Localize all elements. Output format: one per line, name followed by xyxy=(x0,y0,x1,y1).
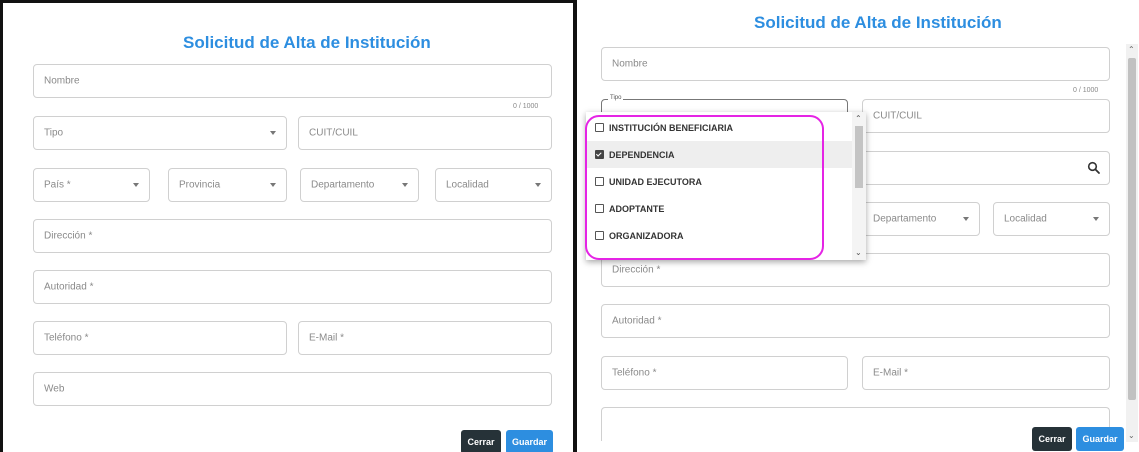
search-icon[interactable] xyxy=(1087,161,1101,175)
dialog-title: Solicitud de Alta de Institución xyxy=(183,33,431,52)
cuit-placeholder: CUIT/CUIL xyxy=(309,127,358,139)
telefono-input[interactable]: Teléfono * xyxy=(601,356,848,390)
departamento-select[interactable]: Departamento xyxy=(300,168,419,202)
page-scroll-thumb[interactable] xyxy=(1128,58,1136,400)
tipo-floating-label: Tipo xyxy=(608,95,624,101)
email-placeholder: E-Mail * xyxy=(309,332,345,344)
pais-placeholder: País * xyxy=(44,179,71,191)
email-input[interactable]: E-Mail * xyxy=(862,356,1110,390)
cuit-input[interactable]: CUIT/CUIL xyxy=(298,116,552,150)
form-dialog-before: Solicitud de Alta de Institución Nombre … xyxy=(0,0,573,452)
cuit-placeholder: CUIT/CUIL xyxy=(873,110,922,122)
form-dialog-with-dropdown: Solicitud de Alta de Institución Nombre … xyxy=(573,0,1139,452)
autoridad-placeholder: Autoridad * xyxy=(612,315,662,327)
chevron-down-icon xyxy=(535,183,541,187)
cerrar-button[interactable]: Cerrar xyxy=(1032,427,1072,451)
web-placeholder: Web xyxy=(44,383,65,395)
scroll-down-icon[interactable]: ⌄ xyxy=(1128,432,1135,440)
nombre-placeholder: Nombre xyxy=(44,75,80,87)
nombre-char-counter: 0 / 1000 xyxy=(513,103,539,110)
provincia-placeholder: Provincia xyxy=(179,179,221,191)
guardar-button[interactable]: Guardar xyxy=(506,430,553,452)
direccion-input[interactable]: Dirección * xyxy=(33,219,552,253)
nombre-input[interactable]: Nombre xyxy=(601,47,1110,81)
chevron-down-icon xyxy=(270,183,276,187)
provincia-select[interactable]: Provincia xyxy=(168,168,287,202)
chevron-down-icon xyxy=(270,131,276,135)
pais-select[interactable]: País * xyxy=(33,168,150,202)
telefono-placeholder: Teléfono * xyxy=(612,367,657,379)
direccion-placeholder: Dirección * xyxy=(612,264,661,276)
chevron-down-icon xyxy=(402,183,408,187)
chevron-down-icon xyxy=(1093,217,1099,221)
direccion-placeholder: Dirección * xyxy=(44,230,93,242)
departamento-placeholder: Departamento xyxy=(873,213,937,225)
autoridad-input[interactable]: Autoridad * xyxy=(601,304,1110,338)
annotation-highlight xyxy=(585,115,824,260)
nombre-placeholder: Nombre xyxy=(612,58,648,70)
chevron-down-icon xyxy=(963,217,969,221)
guardar-button[interactable]: Guardar xyxy=(1076,427,1124,451)
tipo-placeholder: Tipo xyxy=(44,127,64,139)
dialog-title: Solicitud de Alta de Institución xyxy=(754,13,1002,32)
autoridad-input[interactable]: Autoridad * xyxy=(33,270,552,304)
cuit-input[interactable]: CUIT/CUIL xyxy=(862,99,1110,133)
nombre-char-counter: 0 / 1000 xyxy=(1073,87,1099,94)
scroll-up-icon[interactable]: ⌃ xyxy=(855,115,862,123)
nombre-input[interactable]: Nombre xyxy=(33,64,552,98)
scroll-up-icon[interactable]: ⌃ xyxy=(1128,46,1135,54)
localidad-placeholder: Localidad xyxy=(446,179,489,191)
localidad-select[interactable]: Localidad xyxy=(993,202,1110,236)
departamento-placeholder: Departamento xyxy=(311,179,375,191)
scroll-down-icon[interactable]: ⌄ xyxy=(855,249,862,257)
dropdown-scroll-thumb[interactable] xyxy=(855,126,863,188)
departamento-select[interactable]: Departamento xyxy=(862,202,980,236)
page-scrollbar[interactable]: ⌃ ⌄ xyxy=(1126,44,1138,442)
dropdown-scrollbar[interactable]: ⌃ ⌄ xyxy=(852,112,866,260)
cerrar-button[interactable]: Cerrar xyxy=(461,430,501,452)
chevron-down-icon xyxy=(133,183,139,187)
web-input[interactable]: Web xyxy=(33,372,552,406)
email-input[interactable]: E-Mail * xyxy=(298,321,552,355)
email-placeholder: E-Mail * xyxy=(873,367,909,379)
localidad-select[interactable]: Localidad xyxy=(435,168,552,202)
localidad-placeholder: Localidad xyxy=(1004,213,1047,225)
telefono-placeholder: Teléfono * xyxy=(44,332,89,344)
telefono-input[interactable]: Teléfono * xyxy=(33,321,287,355)
tipo-select[interactable]: Tipo xyxy=(33,116,287,150)
autoridad-placeholder: Autoridad * xyxy=(44,281,94,293)
